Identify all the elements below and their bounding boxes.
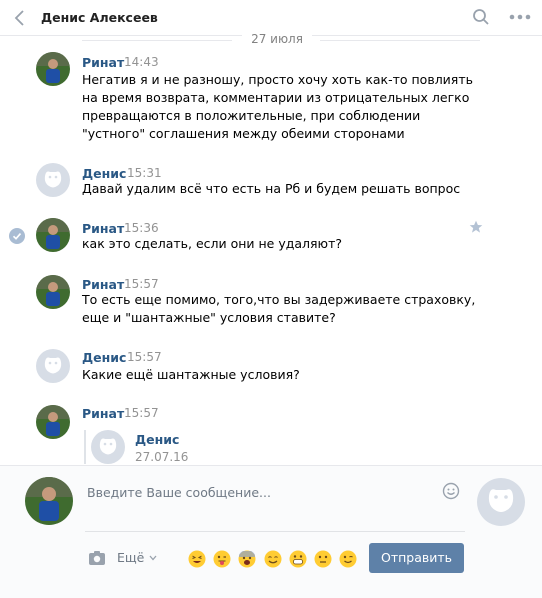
smile-icon[interactable]: [442, 482, 460, 500]
message-text: как это сделать, если они не удаляют?: [82, 236, 342, 251]
message-author[interactable]: Ринат: [82, 55, 124, 70]
avatar[interactable]: [36, 52, 70, 86]
chat-title[interactable]: Денис Алексеев: [41, 10, 158, 25]
message-text: То есть еще помимо, того,что вы задержив…: [82, 292, 476, 325]
date-separator: 27 июля: [242, 32, 312, 46]
message-time: 15:31: [127, 166, 162, 180]
message-text: Какие ещё шантажные условия?: [82, 367, 300, 382]
message-author[interactable]: Ринат: [82, 221, 124, 236]
emoji-wink-icon[interactable]: [339, 550, 357, 568]
send-button[interactable]: Отправить: [369, 543, 464, 573]
date-divider-right: [320, 40, 480, 41]
emoji-fearful-icon[interactable]: [238, 550, 256, 568]
avatar[interactable]: [25, 477, 73, 525]
peer-avatar[interactable]: [477, 478, 525, 526]
search-icon[interactable]: [472, 8, 490, 26]
avatar[interactable]: [36, 163, 70, 197]
message-time: 14:43: [124, 55, 159, 69]
message-time: 15:57: [124, 406, 159, 420]
date-divider-left: [82, 40, 232, 41]
avatar[interactable]: [36, 349, 70, 383]
avatar[interactable]: [36, 275, 70, 309]
chat-header: Денис Алексеев: [0, 0, 542, 36]
chevron-left-icon[interactable]: [12, 9, 28, 27]
more-attachments-button[interactable]: Ещё: [117, 550, 144, 565]
emoji-neutral-icon[interactable]: [314, 550, 332, 568]
avatar[interactable]: [36, 218, 70, 252]
message-text: Давай удалим всё что есть на Рб и будем …: [82, 181, 461, 196]
message-author[interactable]: Ринат: [82, 406, 124, 421]
avatar[interactable]: [91, 430, 125, 464]
forwarded-author[interactable]: Денис: [135, 432, 179, 447]
emoji-tongue-icon[interactable]: [213, 550, 231, 568]
message-time: 15:57: [127, 350, 162, 364]
emoji-laughing-icon[interactable]: [188, 550, 206, 568]
message-author[interactable]: Ринат: [82, 277, 124, 292]
message-time: 15:57: [124, 277, 159, 291]
message-time: 15:36: [124, 221, 159, 235]
more-icon[interactable]: [509, 13, 531, 21]
checkmark-icon[interactable]: [9, 228, 25, 244]
message-author[interactable]: Денис: [82, 166, 126, 181]
avatar[interactable]: [36, 405, 70, 439]
forwarded-bar: [84, 430, 86, 464]
camera-icon[interactable]: [88, 550, 106, 566]
forwarded-date: 27.07.16: [135, 450, 189, 464]
emoji-grin-icon[interactable]: [289, 550, 307, 568]
message-author[interactable]: Денис: [82, 350, 126, 365]
star-icon[interactable]: [469, 220, 483, 234]
chevron-down-icon[interactable]: [149, 555, 157, 561]
emoji-smile-icon[interactable]: [264, 550, 282, 568]
message-input[interactable]: Введите Ваше сообщение...: [85, 477, 465, 532]
message-text: Негатив я и не разношу, просто хочу хоть…: [82, 72, 473, 141]
